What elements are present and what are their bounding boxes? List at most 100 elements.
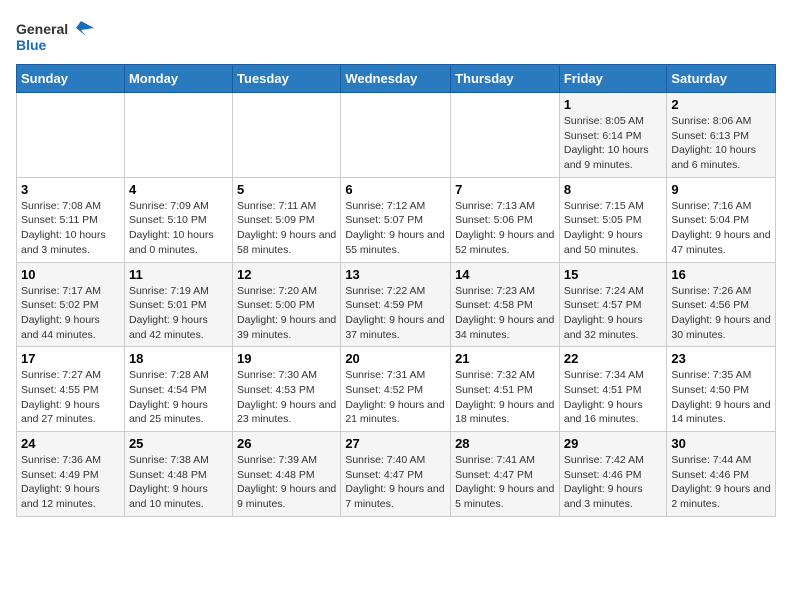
day-info: Sunrise: 7:36 AM Sunset: 4:49 PM Dayligh… — [21, 453, 120, 512]
day-info: Sunrise: 7:16 AM Sunset: 5:04 PM Dayligh… — [671, 199, 771, 258]
week-row-2: 3 Sunrise: 7:08 AM Sunset: 5:11 PM Daylig… — [17, 177, 776, 262]
day-info: Sunrise: 7:31 AM Sunset: 4:52 PM Dayligh… — [345, 368, 446, 427]
day-number: 11 — [129, 267, 228, 282]
day-cell: 12Sunrise: 7:20 AM Sunset: 5:00 PM Dayli… — [233, 262, 341, 347]
header: General Blue — [16, 16, 776, 56]
day-cell: 27 Sunrise: 7:40 AM Sunset: 4:47 PM Dayli… — [341, 432, 451, 517]
day-number: 5 — [237, 182, 336, 197]
day-header-monday: Monday — [124, 65, 232, 93]
day-cell — [124, 93, 232, 178]
day-number: 20 — [345, 351, 446, 366]
day-info: Sunrise: 7:23 AM Sunset: 4:58 PM Dayligh… — [455, 284, 555, 343]
day-info: Sunrise: 7:26 AM Sunset: 4:56 PM Dayligh… — [671, 284, 771, 343]
day-header-sunday: Sunday — [17, 65, 125, 93]
day-cell: 24 Sunrise: 7:36 AM Sunset: 4:49 PM Dayli… — [17, 432, 125, 517]
logo-icon: General Blue — [16, 16, 96, 56]
day-cell: 5 Sunrise: 7:11 AM Sunset: 5:09 PM Daylig… — [233, 177, 341, 262]
svg-text:Blue: Blue — [16, 37, 47, 53]
day-info: Sunrise: 7:08 AM Sunset: 5:11 PM Dayligh… — [21, 199, 120, 258]
day-info: Sunrise: 7:38 AM Sunset: 4:48 PM Dayligh… — [129, 453, 228, 512]
day-cell: 26 Sunrise: 7:39 AM Sunset: 4:48 PM Dayli… — [233, 432, 341, 517]
day-info: Sunrise: 7:15 AM Sunset: 5:05 PM Dayligh… — [564, 199, 663, 258]
day-info: Sunrise: 7:28 AM Sunset: 4:54 PM Dayligh… — [129, 368, 228, 427]
week-row-1: 1 Sunrise: 8:05 AM Sunset: 6:14 PM Daylig… — [17, 93, 776, 178]
day-number: 13 — [345, 267, 446, 282]
day-number: 15 — [564, 267, 663, 282]
day-number: 2 — [671, 97, 771, 112]
day-info: Sunrise: 7:30 AM Sunset: 4:53 PM Dayligh… — [237, 368, 336, 427]
day-info: Sunrise: 7:19 AM Sunset: 5:01 PM Dayligh… — [129, 284, 228, 343]
day-number: 6 — [345, 182, 446, 197]
day-number: 25 — [129, 436, 228, 451]
day-number: 3 — [21, 182, 120, 197]
day-cell: 30 Sunrise: 7:44 AM Sunset: 4:46 PM Dayli… — [667, 432, 776, 517]
day-info: Sunrise: 8:06 AM Sunset: 6:13 PM Dayligh… — [671, 114, 771, 173]
day-number: 7 — [455, 182, 555, 197]
day-number: 9 — [671, 182, 771, 197]
day-cell: 3 Sunrise: 7:08 AM Sunset: 5:11 PM Daylig… — [17, 177, 125, 262]
day-cell: 11 Sunrise: 7:19 AM Sunset: 5:01 PM Dayli… — [124, 262, 232, 347]
day-cell: 16 Sunrise: 7:26 AM Sunset: 4:56 PM Dayli… — [667, 262, 776, 347]
day-cell: 29 Sunrise: 7:42 AM Sunset: 4:46 PM Dayli… — [559, 432, 667, 517]
day-info: Sunrise: 7:40 AM Sunset: 4:47 PM Dayligh… — [345, 453, 446, 512]
day-info: Sunrise: 7:39 AM Sunset: 4:48 PM Dayligh… — [237, 453, 336, 512]
day-number: 8 — [564, 182, 663, 197]
day-info: Sunrise: 7:32 AM Sunset: 4:51 PM Dayligh… — [455, 368, 555, 427]
day-info: Sunrise: 7:12 AM Sunset: 5:07 PM Dayligh… — [345, 199, 446, 258]
day-number: 21 — [455, 351, 555, 366]
day-number: 24 — [21, 436, 120, 451]
day-header-tuesday: Tuesday — [233, 65, 341, 93]
day-cell: 1 Sunrise: 8:05 AM Sunset: 6:14 PM Daylig… — [559, 93, 667, 178]
day-info: Sunrise: 7:24 AM Sunset: 4:57 PM Dayligh… — [564, 284, 663, 343]
day-cell: 13 Sunrise: 7:22 AM Sunset: 4:59 PM Dayli… — [341, 262, 451, 347]
day-number: 1 — [564, 97, 663, 112]
day-info: Sunrise: 8:05 AM Sunset: 6:14 PM Dayligh… — [564, 114, 663, 173]
day-number: 26 — [237, 436, 336, 451]
day-cell: 19 Sunrise: 7:30 AM Sunset: 4:53 PM Dayli… — [233, 347, 341, 432]
day-info: Sunrise: 7:22 AM Sunset: 4:59 PM Dayligh… — [345, 284, 446, 343]
week-row-4: 17 Sunrise: 7:27 AM Sunset: 4:55 PM Dayli… — [17, 347, 776, 432]
day-number: 30 — [671, 436, 771, 451]
day-info: Sunrise: 7:13 AM Sunset: 5:06 PM Dayligh… — [455, 199, 555, 258]
day-info: Sunrise: 7:35 AM Sunset: 4:50 PM Dayligh… — [671, 368, 771, 427]
day-cell: 6 Sunrise: 7:12 AM Sunset: 5:07 PM Daylig… — [341, 177, 451, 262]
day-cell: 15 Sunrise: 7:24 AM Sunset: 4:57 PM Dayli… — [559, 262, 667, 347]
day-info: Sunrise: 7:17 AM Sunset: 5:02 PM Dayligh… — [21, 284, 120, 343]
day-number: 10 — [21, 267, 120, 282]
day-cell: 7 Sunrise: 7:13 AM Sunset: 5:06 PM Daylig… — [451, 177, 560, 262]
day-number: 29 — [564, 436, 663, 451]
day-info: Sunrise: 7:11 AM Sunset: 5:09 PM Dayligh… — [237, 199, 336, 258]
logo: General Blue — [16, 16, 96, 56]
day-cell: 17 Sunrise: 7:27 AM Sunset: 4:55 PM Dayli… — [17, 347, 125, 432]
day-number: 4 — [129, 182, 228, 197]
day-header-saturday: Saturday — [667, 65, 776, 93]
day-number: 27 — [345, 436, 446, 451]
week-row-3: 10 Sunrise: 7:17 AM Sunset: 5:02 PM Dayli… — [17, 262, 776, 347]
day-header-wednesday: Wednesday — [341, 65, 451, 93]
day-cell: 18Sunrise: 7:28 AM Sunset: 4:54 PM Dayli… — [124, 347, 232, 432]
day-info: Sunrise: 7:34 AM Sunset: 4:51 PM Dayligh… — [564, 368, 663, 427]
day-cell — [17, 93, 125, 178]
day-info: Sunrise: 7:27 AM Sunset: 4:55 PM Dayligh… — [21, 368, 120, 427]
week-row-5: 24 Sunrise: 7:36 AM Sunset: 4:49 PM Dayli… — [17, 432, 776, 517]
day-cell: 2 Sunrise: 8:06 AM Sunset: 6:13 PM Daylig… — [667, 93, 776, 178]
day-cell — [451, 93, 560, 178]
day-cell: 8 Sunrise: 7:15 AM Sunset: 5:05 PM Daylig… — [559, 177, 667, 262]
day-header-thursday: Thursday — [451, 65, 560, 93]
day-number: 23 — [671, 351, 771, 366]
day-cell: 25 Sunrise: 7:38 AM Sunset: 4:48 PM Dayli… — [124, 432, 232, 517]
day-cell: 9 Sunrise: 7:16 AM Sunset: 5:04 PM Daylig… — [667, 177, 776, 262]
day-number: 12 — [237, 267, 336, 282]
day-cell: 4Sunrise: 7:09 AM Sunset: 5:10 PM Daylig… — [124, 177, 232, 262]
day-cell — [341, 93, 451, 178]
day-info: Sunrise: 7:41 AM Sunset: 4:47 PM Dayligh… — [455, 453, 555, 512]
day-cell: 14 Sunrise: 7:23 AM Sunset: 4:58 PM Dayli… — [451, 262, 560, 347]
day-number: 19 — [237, 351, 336, 366]
day-info: Sunrise: 7:42 AM Sunset: 4:46 PM Dayligh… — [564, 453, 663, 512]
day-info: Sunrise: 7:44 AM Sunset: 4:46 PM Dayligh… — [671, 453, 771, 512]
day-number: 14 — [455, 267, 555, 282]
day-cell: 21 Sunrise: 7:32 AM Sunset: 4:51 PM Dayli… — [451, 347, 560, 432]
day-number: 17 — [21, 351, 120, 366]
day-number: 16 — [671, 267, 771, 282]
day-cell: 28Sunrise: 7:41 AM Sunset: 4:47 PM Dayli… — [451, 432, 560, 517]
